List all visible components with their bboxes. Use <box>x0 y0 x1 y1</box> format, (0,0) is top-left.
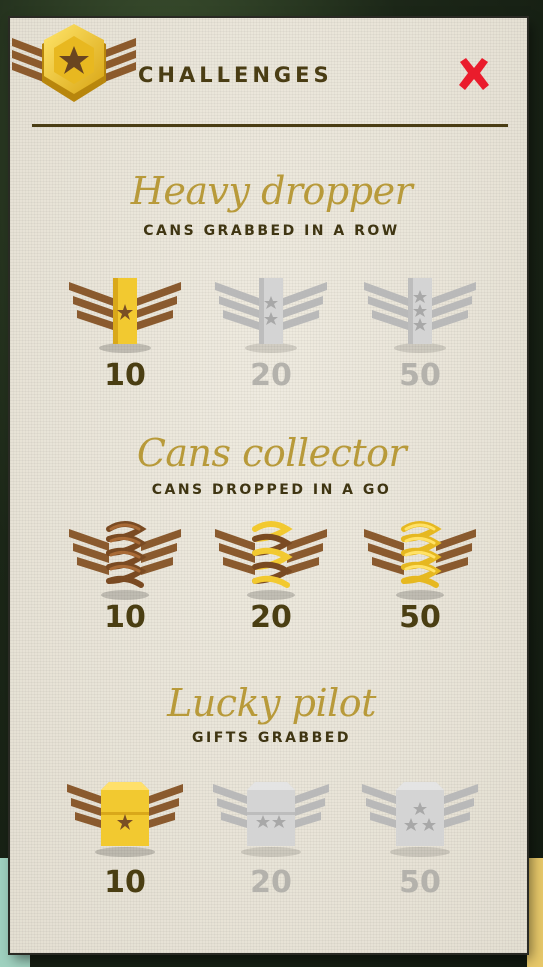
medal-heavy-dropper-20 <box>211 268 331 358</box>
challenge-title: Cans collector <box>136 431 407 475</box>
rank-bar-3-stars-icon <box>364 278 476 353</box>
challenge-title: Heavy dropper <box>130 169 413 213</box>
spiral-half-gold-icon <box>215 521 327 600</box>
challenge-subtitle: CANS GRABBED IN A ROW <box>143 223 400 239</box>
medal-cans-collector-50 <box>360 515 480 605</box>
medal-score: 10 <box>104 600 146 635</box>
medal-lucky-pilot-50 <box>360 772 480 862</box>
rank-bar-2-stars-icon <box>215 278 327 353</box>
gift-box-2-stars-icon <box>213 782 329 857</box>
header-divider <box>32 124 508 127</box>
gift-box-3-stars-icon <box>362 782 478 857</box>
medal-lucky-pilot-10 <box>65 772 185 862</box>
medal-score: 50 <box>399 358 441 393</box>
medal-score: 50 <box>399 600 441 635</box>
close-button[interactable] <box>454 54 494 94</box>
background-edge-right <box>527 858 543 967</box>
challenges-badge-icon <box>10 18 138 114</box>
close-x-icon <box>459 58 489 90</box>
spiral-gold-icon <box>364 521 476 600</box>
medal-score: 20 <box>250 358 292 393</box>
gift-box-1-star-icon <box>67 782 183 857</box>
medal-score: 20 <box>250 865 292 900</box>
medal-score: 20 <box>250 600 292 635</box>
medal-heavy-dropper-50 <box>360 268 480 358</box>
medal-heavy-dropper-10 <box>65 268 185 358</box>
rank-bar-1-star-icon <box>69 278 181 353</box>
challenge-title: Lucky pilot <box>167 681 376 725</box>
challenge-subtitle: CANS DROPPED IN A GO <box>151 482 392 498</box>
medal-score: 10 <box>104 865 146 900</box>
medal-cans-collector-20 <box>211 515 331 605</box>
medal-lucky-pilot-20 <box>211 772 331 862</box>
medal-cans-collector-10 <box>65 515 185 605</box>
medal-score: 50 <box>399 865 441 900</box>
spiral-bronze-icon <box>69 521 181 600</box>
page-title: CHALLENGES <box>138 63 333 87</box>
medal-score: 10 <box>104 358 146 393</box>
challenge-subtitle: GIFTS GRABBED <box>192 730 351 746</box>
